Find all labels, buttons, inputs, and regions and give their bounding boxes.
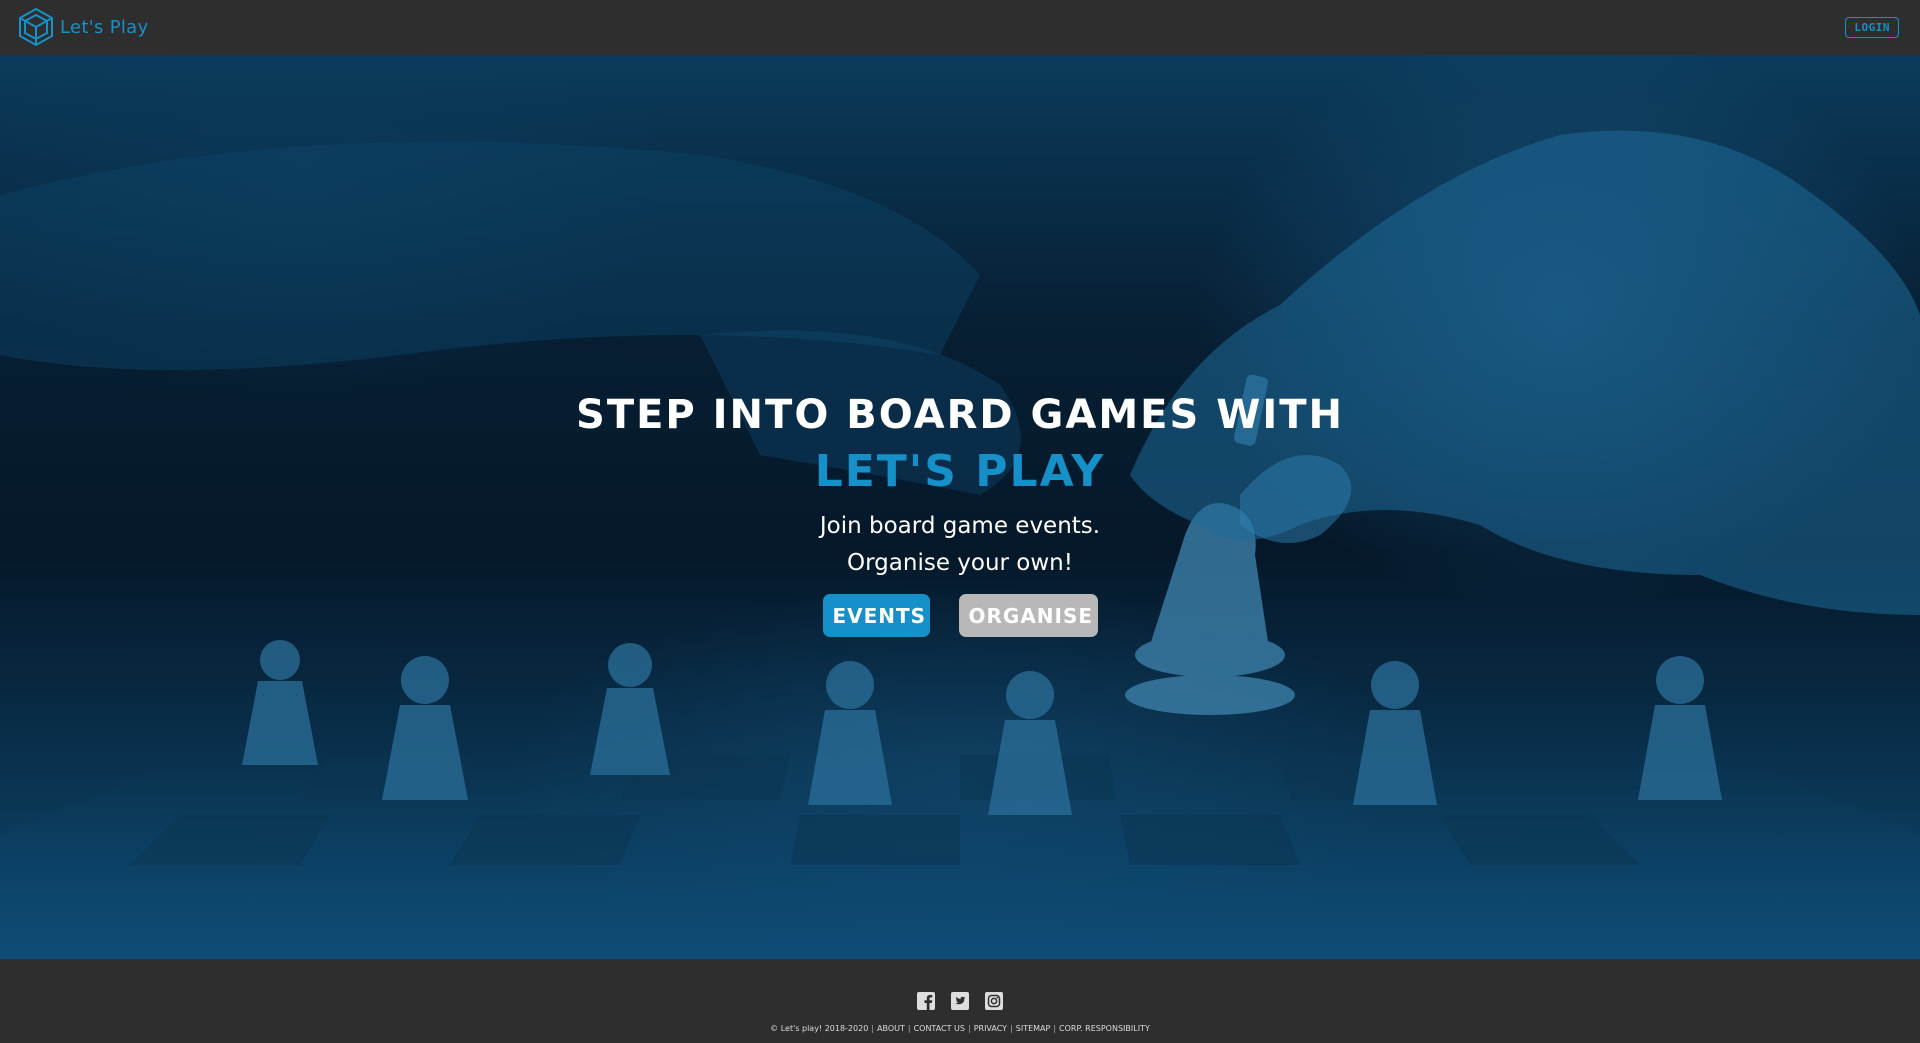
footer: © Let's play! 2018-2020 | ABOUT | CONTAC… xyxy=(0,959,1920,1043)
hero-section: Step into board games with Let's Play Jo… xyxy=(0,55,1920,959)
hero-content: Step into board games with Let's Play Jo… xyxy=(0,390,1920,637)
copyright-text: © Let's play! 2018-2020 xyxy=(770,1024,869,1033)
footer-links: © Let's play! 2018-2020 | ABOUT | CONTAC… xyxy=(770,1024,1150,1033)
sitemap-link[interactable]: SITEMAP xyxy=(1016,1024,1051,1033)
hero-tagline-join: Join board game events. xyxy=(819,513,1101,539)
contact-us-link[interactable]: CONTACT US xyxy=(914,1024,965,1033)
twitter-icon xyxy=(951,992,969,1010)
corp-responsibility-link[interactable]: CORP. RESPONSIBILITY xyxy=(1059,1024,1150,1033)
cube-logo-icon xyxy=(19,7,53,46)
facebook-link[interactable] xyxy=(917,992,935,1010)
instagram-link[interactable] xyxy=(985,992,1003,1010)
hero-buttons: EVENTS ORGANISE xyxy=(822,594,1098,637)
twitter-link[interactable] xyxy=(951,992,969,1010)
separator: | xyxy=(967,1024,971,1033)
separator: | xyxy=(1053,1024,1057,1033)
brand-home-link[interactable]: Let's Play xyxy=(14,6,148,50)
login-button[interactable]: LOGIN xyxy=(1845,17,1899,38)
privacy-link[interactable]: PRIVACY xyxy=(974,1024,1007,1033)
organise-button[interactable]: ORGANISE xyxy=(958,594,1098,637)
top-navbar: Let's Play LOGIN xyxy=(0,0,1920,55)
brand-name: Let's Play xyxy=(60,17,149,38)
hero-title: Step into board games with xyxy=(576,392,1344,438)
hero-tagline-organise: Organise your own! xyxy=(847,550,1073,576)
separator: | xyxy=(1010,1024,1013,1033)
facebook-icon xyxy=(917,992,935,1010)
about-link[interactable]: ABOUT xyxy=(877,1024,905,1033)
social-links xyxy=(917,992,1003,1010)
separator: | xyxy=(871,1024,874,1033)
events-button[interactable]: EVENTS xyxy=(822,594,930,637)
instagram-icon xyxy=(985,992,1003,1010)
separator: | xyxy=(907,1024,911,1033)
hero-brand-title: Let's Play xyxy=(814,446,1106,497)
